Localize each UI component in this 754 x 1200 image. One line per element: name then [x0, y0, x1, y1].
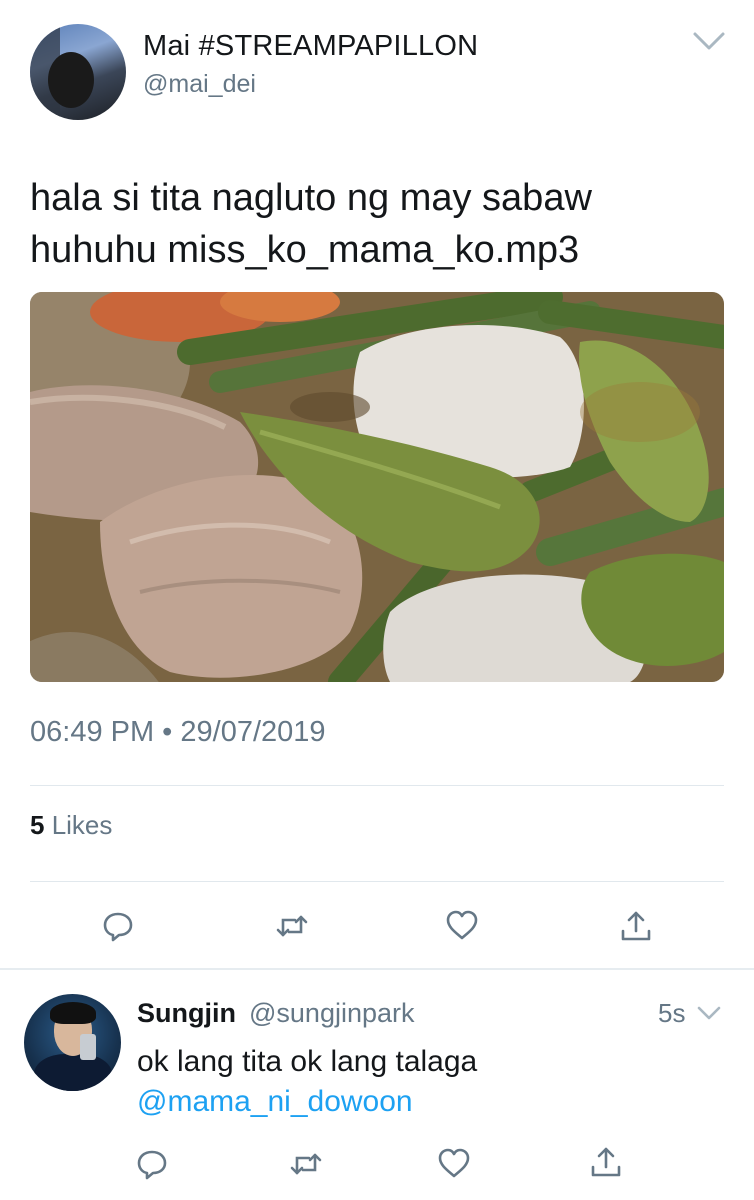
avatar-phone [80, 1034, 96, 1060]
tweet-text-line-2: huhuhu miss_ko_mama_ko.mp3 [30, 229, 580, 271]
tweet-photo[interactable] [30, 292, 724, 682]
avatar-silhouette [48, 52, 94, 108]
like-button[interactable] [442, 906, 482, 946]
likes-number: 5 [30, 810, 45, 840]
retweet-icon [276, 915, 308, 937]
divider-top [30, 785, 724, 786]
share-button[interactable] [616, 906, 656, 946]
reply-button[interactable] [98, 906, 138, 946]
tweet-text: hala si tita nagluto ng may sabaw huhuhu… [30, 172, 720, 276]
section-separator [0, 968, 754, 970]
chevron-down-icon[interactable] [692, 30, 726, 52]
reply-mention-link[interactable]: @mama_ni_dowoon [137, 1082, 413, 1122]
reply-user-handle[interactable]: @sungjinpark [249, 998, 415, 1029]
retweet-button[interactable] [272, 906, 312, 946]
reply-display-name[interactable]: Sungjin [137, 998, 236, 1029]
soup-photo-image [30, 292, 724, 682]
reply-share-button[interactable] [586, 1142, 626, 1182]
share-icon [591, 1147, 621, 1177]
display-name[interactable]: Mai #STREAMPAPILLON [143, 30, 478, 63]
reply-retweet-button[interactable] [286, 1144, 326, 1184]
share-icon [621, 911, 651, 941]
avatar-body [34, 1054, 112, 1091]
user-avatar[interactable] [30, 24, 126, 120]
likes-count[interactable]: 5 Likes [30, 810, 112, 841]
reply-like-button[interactable] [434, 1144, 474, 1184]
reply-text: ok lang tita ok lang talaga [137, 1045, 478, 1078]
heart-icon [438, 1148, 470, 1178]
reply-reply-button[interactable] [132, 1144, 172, 1184]
reply-icon [103, 912, 133, 942]
chevron-down-icon[interactable] [696, 1004, 722, 1022]
reply-user-avatar[interactable] [24, 994, 121, 1091]
avatar-hair [50, 1002, 96, 1024]
reply-timestamp: 5s [658, 998, 686, 1028]
tweet-timestamp: 06:49 PM • 29/07/2019 [30, 716, 326, 748]
divider-bottom [30, 881, 724, 882]
user-handle[interactable]: @mai_dei [143, 70, 256, 99]
retweet-icon [290, 1153, 322, 1175]
reply-icon [137, 1150, 167, 1180]
tweet-text-line-1: hala si tita nagluto ng may sabaw [30, 177, 592, 219]
heart-icon [446, 910, 478, 940]
likes-label: Likes [44, 810, 113, 840]
